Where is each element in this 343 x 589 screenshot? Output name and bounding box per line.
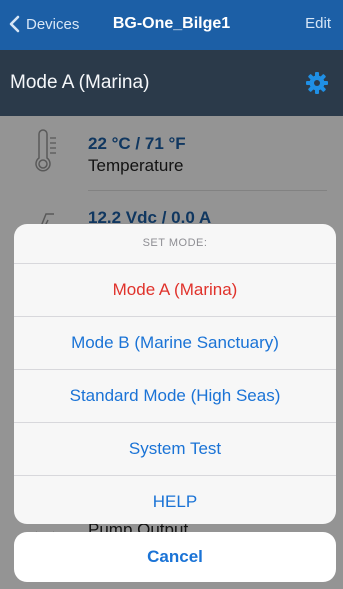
navigation-bar: Devices BG-One_Bilge1 Edit (0, 0, 343, 50)
help-option[interactable]: HELP (14, 476, 336, 524)
mode-b-option[interactable]: Mode B (Marine Sanctuary) (14, 317, 336, 370)
page-title: BG-One_Bilge1 (112, 15, 231, 32)
mode-bar: Mode A (Marina) (0, 50, 343, 116)
system-test-option[interactable]: System Test (14, 423, 336, 476)
action-sheet-title: SET MODE: (14, 224, 336, 264)
edit-button[interactable]: Edit (305, 15, 331, 32)
cancel-button[interactable]: Cancel (14, 532, 336, 582)
gear-icon[interactable] (305, 71, 329, 95)
mode-a-option[interactable]: Mode A (Marina) (14, 264, 336, 317)
standard-mode-option[interactable]: Standard Mode (High Seas) (14, 370, 336, 423)
current-mode-title: Mode A (Marina) (10, 72, 150, 93)
set-mode-action-sheet: SET MODE: Mode A (Marina) Mode B (Marine… (14, 224, 336, 524)
